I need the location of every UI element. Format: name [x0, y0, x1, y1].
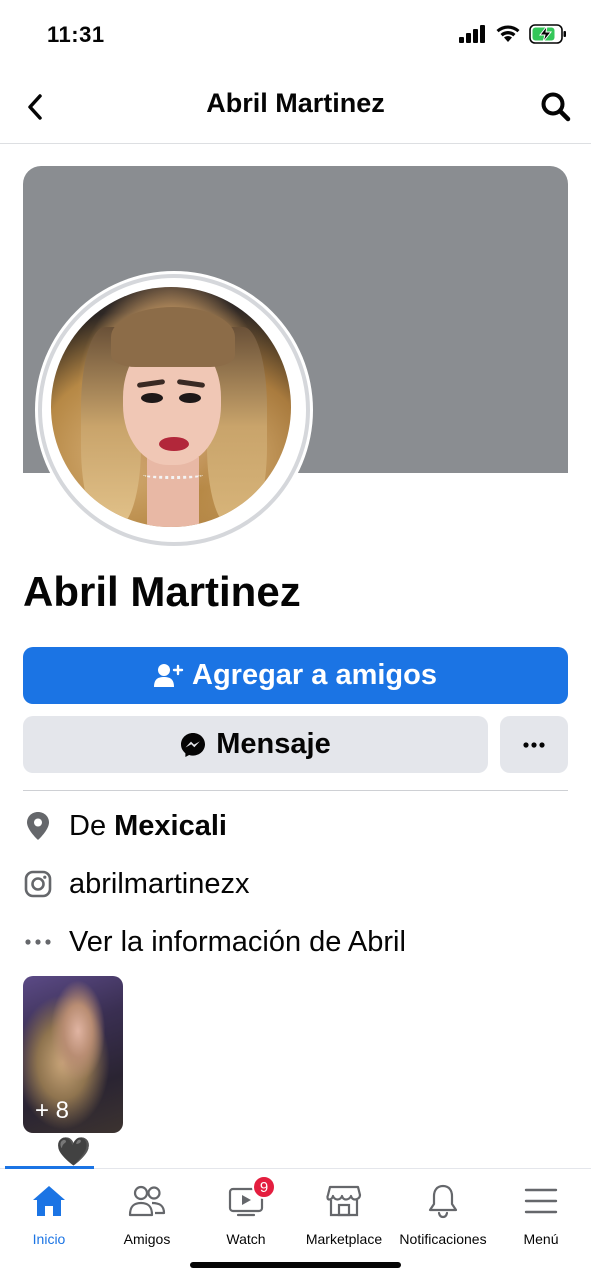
location-row: De Mexicali [23, 806, 227, 846]
more-options-button[interactable] [500, 716, 568, 773]
search-icon [541, 92, 571, 122]
tab-label: Watch [226, 1231, 266, 1247]
message-button[interactable]: Mensaje [23, 716, 488, 773]
add-friend-label: Agregar a amigos [192, 659, 437, 691]
friends-icon [127, 1181, 167, 1221]
page-title: Abril Martinez [206, 88, 385, 118]
tab-inicio[interactable]: Inicio [0, 1181, 98, 1261]
tab-label: Inicio [32, 1231, 66, 1247]
watch-icon: 9 [226, 1175, 276, 1221]
home-icon [29, 1181, 69, 1221]
about-row[interactable]: Ver la información de Abril [23, 922, 406, 962]
instagram-row[interactable]: abrilmartinezx [23, 864, 250, 904]
signal-icon [459, 25, 487, 48]
notification-badge: 9 [252, 1175, 276, 1199]
profile-name: Abril Martinez [23, 568, 301, 615]
marketplace-icon [324, 1181, 364, 1221]
search-button[interactable] [539, 90, 573, 124]
tab-label: Amigos [123, 1231, 171, 1247]
add-friend-icon [154, 663, 184, 687]
battery-charging-icon [529, 24, 567, 49]
profile-picture[interactable] [35, 271, 313, 549]
status-bar: 11:31 [0, 0, 591, 70]
tab-watch[interactable]: 9 Watch [197, 1175, 295, 1261]
tab-label: Menú [523, 1231, 559, 1247]
add-friend-button[interactable]: Agregar a amigos [23, 647, 568, 704]
instagram-handle[interactable]: abrilmartinezx [69, 868, 250, 901]
menu-icon [521, 1181, 561, 1221]
message-label: Mensaje [216, 728, 331, 760]
featured-collection[interactable]: + 8 [23, 976, 123, 1133]
location-pin-icon [23, 811, 53, 841]
featured-emoji: 🖤 [56, 1136, 91, 1167]
nav-header: Abril Martinez [0, 70, 591, 144]
divider [23, 790, 568, 791]
bell-icon [423, 1181, 463, 1221]
tab-marketplace[interactable]: Marketplace [295, 1181, 393, 1261]
tab-label: Notificaciones [399, 1231, 487, 1247]
tab-amigos[interactable]: Amigos [98, 1181, 196, 1261]
messenger-icon [181, 732, 206, 757]
more-dots-icon [23, 927, 53, 957]
tab-notificaciones[interactable]: Notificaciones [394, 1181, 492, 1261]
about-link[interactable]: Ver la información de Abril [69, 926, 406, 959]
wifi-icon [495, 24, 521, 49]
location-city: Mexicali [114, 809, 227, 842]
active-tab-indicator [5, 1166, 94, 1169]
location-text: De Mexicali [69, 809, 227, 842]
home-indicator [190, 1262, 401, 1268]
profile-picture-image [51, 287, 291, 527]
tab-menu[interactable]: Menú [492, 1181, 590, 1261]
more-dots-icon [523, 741, 545, 748]
tab-label: Marketplace [305, 1231, 383, 1247]
status-icons [459, 24, 567, 49]
instagram-icon [23, 869, 53, 899]
featured-count: + 8 [35, 1097, 70, 1124]
status-time: 11:31 [47, 22, 105, 47]
